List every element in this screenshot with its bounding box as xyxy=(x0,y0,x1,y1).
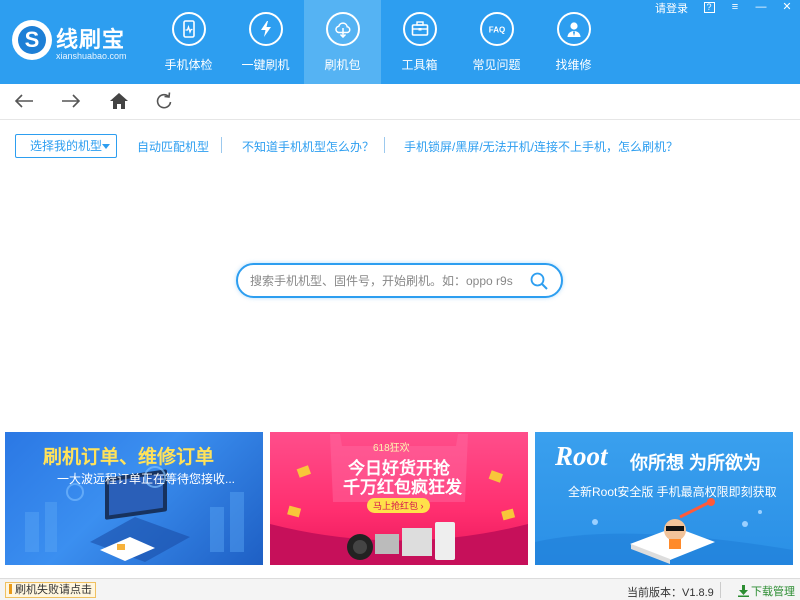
app-logo: S 线刷宝 xianshuabao.com xyxy=(8,18,158,66)
browser-toolbar xyxy=(0,84,800,120)
filter-bar: 选择我的机型 自动匹配机型 不知道手机机型怎么办？ 手机锁屏/黑屏/无法开机/连… xyxy=(0,132,800,160)
banner-orders[interactable]: 刷机订单、维修订单 一大波远程订单正在等待您接收... xyxy=(5,432,263,565)
help-button[interactable]: ? xyxy=(696,0,722,16)
auto-match-link[interactable]: 自动匹配机型 xyxy=(137,138,209,155)
menu-button[interactable]: ≡ xyxy=(722,0,748,16)
help-icon: ? xyxy=(703,2,715,13)
arrow-left-icon xyxy=(14,94,33,108)
nav-phone-check[interactable]: 手机体检 xyxy=(150,0,227,84)
divider xyxy=(720,582,721,598)
download-icon xyxy=(738,585,749,597)
status-bar: 刷机失败请点击 当前版本：V1.8.9 下载管理 xyxy=(0,578,800,600)
home-button[interactable] xyxy=(108,90,134,114)
flash-failed-link[interactable]: 刷机失败请点击 xyxy=(5,582,96,598)
search-input[interactable] xyxy=(250,271,520,291)
forward-button[interactable] xyxy=(60,90,86,114)
back-button[interactable] xyxy=(13,90,39,114)
version-label: 当前版本：V1.8.9 xyxy=(627,587,714,599)
banner-618-sale[interactable]: 618狂欢 今日好货开抢 千万红包疯狂发 马上抢红包 › xyxy=(270,432,528,565)
technician-icon xyxy=(557,12,591,46)
refresh-button[interactable] xyxy=(153,90,179,114)
banner-strip: 刷机订单、维修订单 一大波远程订单正在等待您接收... 618狂欢 今日好货开抢… xyxy=(0,432,800,565)
svg-text:FAQ: FAQ xyxy=(489,26,505,35)
nav-toolbox[interactable]: 工具箱 xyxy=(381,0,458,84)
minimize-button[interactable]: — xyxy=(748,0,774,16)
search-box xyxy=(236,263,563,298)
window-controls: 请登录 ? ≡ — ✕ xyxy=(655,0,800,16)
search-icon[interactable] xyxy=(529,271,549,291)
divider xyxy=(384,137,385,153)
close-button[interactable]: ✕ xyxy=(774,0,800,16)
locked-screen-link[interactable]: 手机锁屏/黑屏/无法开机/连接不上手机，怎么刷机？ xyxy=(404,138,678,155)
download-manager-button[interactable]: 下载管理 xyxy=(738,583,795,599)
chevron-down-icon xyxy=(102,144,110,149)
banner-title: 刷机订单、维修订单 xyxy=(43,447,215,468)
banner-title-cn: 你所想 为所欲为 xyxy=(630,453,762,473)
grab-redpacket-button[interactable]: 马上抢红包 › xyxy=(367,498,430,513)
home-icon xyxy=(110,93,128,109)
unknown-model-link[interactable]: 不知道手机机型怎么办？ xyxy=(242,138,374,155)
refresh-icon xyxy=(156,92,172,109)
logo-subtitle: xianshuabao.com xyxy=(56,51,127,61)
app-header: S 线刷宝 xianshuabao.com 手机体检 一键刷机 刷机包 工具箱 … xyxy=(0,0,800,84)
banner-title-en: Root xyxy=(555,441,608,471)
warning-icon xyxy=(9,584,12,594)
divider xyxy=(221,137,222,153)
banner-title-line2: 千万红包疯狂发 xyxy=(343,478,462,497)
nav-find-repair[interactable]: 找维修 xyxy=(535,0,612,84)
phone-check-icon xyxy=(172,12,206,46)
logo-title: 线刷宝 xyxy=(56,27,126,52)
lightning-icon xyxy=(249,12,283,46)
nav-firmware-package[interactable]: 刷机包 xyxy=(304,0,381,84)
arrow-right-icon xyxy=(62,94,81,108)
login-link[interactable]: 请登录 xyxy=(655,0,688,16)
nav-one-click-flash[interactable]: 一键刷机 xyxy=(227,0,304,84)
banner-subtitle: 一大波远程订单正在等待您接收... xyxy=(57,472,236,486)
cloud-package-icon xyxy=(326,12,360,46)
banner-root[interactable]: Root 你所想 为所欲为 全新Root安全版 手机最高权限即刻获取 xyxy=(535,432,793,565)
banner-subtitle: 全新Root安全版 手机最高权限即刻获取 xyxy=(568,485,777,499)
toolbox-icon xyxy=(403,12,437,46)
main-nav: 手机体检 一键刷机 刷机包 工具箱 FAQ 常见问题 找维修 xyxy=(150,0,612,84)
logo-mark-icon: S xyxy=(12,20,52,60)
model-select[interactable]: 选择我的机型 xyxy=(15,134,117,158)
nav-faq[interactable]: FAQ 常见问题 xyxy=(458,0,535,84)
banner-tag: 618狂欢 xyxy=(373,443,410,454)
faq-icon: FAQ xyxy=(480,12,514,46)
